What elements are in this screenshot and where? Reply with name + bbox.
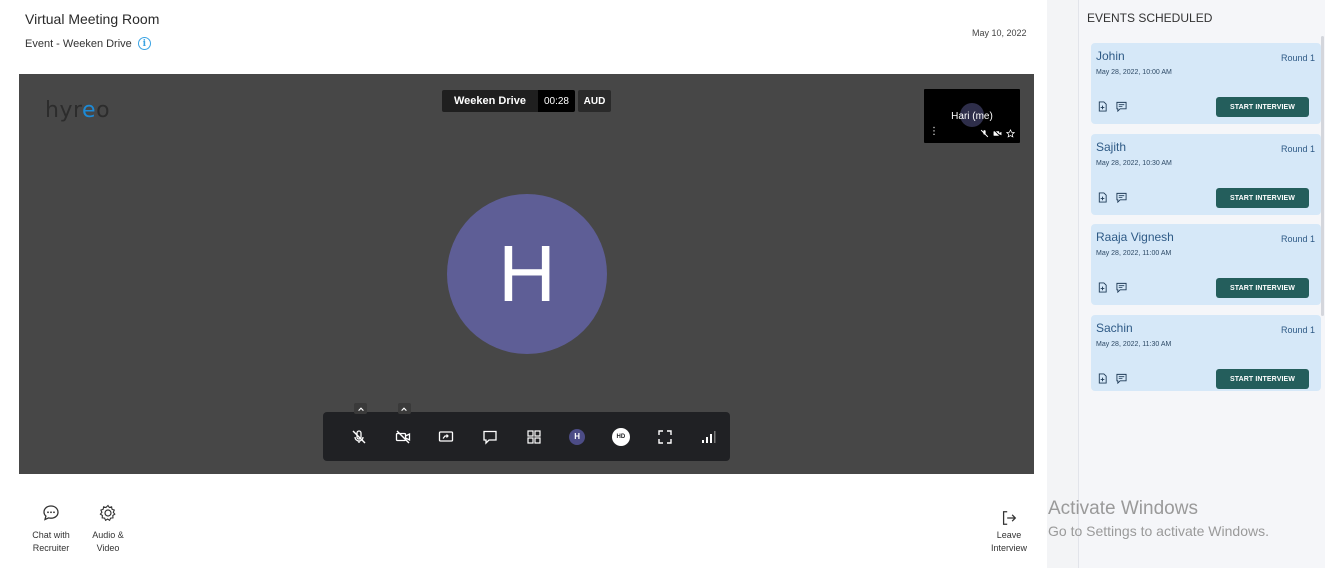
signal-icon [702,430,716,443]
feedback-icon[interactable] [1116,192,1127,203]
more-options-icon[interactable]: ⋮ [929,127,939,137]
watermark-line2: Go to Settings to activate Windows. [1048,523,1269,539]
start-interview-button[interactable]: START INTERVIEW [1216,369,1309,389]
participant-avatar-small: H [569,428,586,445]
leave-label-line2: Interview [990,543,1027,553]
chat-icon [483,430,497,445]
chat-with-recruiter-button[interactable]: Chat with Recruiter [26,503,76,555]
event-card: Sajith Round 1 May 28, 2022, 10:30 AM ST… [1091,134,1321,215]
start-interview-button[interactable]: START INTERVIEW [1216,97,1309,117]
add-document-icon[interactable] [1097,101,1108,112]
event-label: Event - Weeken Drive [25,37,132,50]
settings-gear-icon [99,504,116,522]
event-card: Sachin Round 1 May 28, 2022, 11:30 AM ST… [1091,315,1321,391]
camera-toggle-button[interactable] [381,403,425,461]
feedback-icon[interactable] [1116,101,1127,112]
chat-button[interactable] [468,412,512,461]
candidate-name: Sachin [1096,321,1133,335]
event-label-row: Event - Weeken Drive i [25,37,151,50]
sidebar-scrollbar[interactable] [1321,36,1324,316]
call-control-bar: H HD [323,403,730,461]
meeting-panel: Virtual Meeting Room Event - Weeken Driv… [0,0,1047,568]
camera-options-chevron-up-icon[interactable] [397,403,411,414]
chat-label-line1: Chat with [32,530,70,540]
self-view-label: Hari (me) [951,111,993,122]
event-card: Johin Round 1 May 28, 2022, 10:00 AM STA… [1091,43,1321,124]
candidate-name: Raaja Vignesh [1096,230,1174,244]
mic-options-chevron-up-icon[interactable] [354,403,367,414]
leave-label-line1: Leave [996,530,1022,540]
watermark-line1: Activate Windows [1048,498,1198,519]
sidebar-title: EVENTS SCHEDULED [1087,11,1213,25]
page-title: Virtual Meeting Room [25,11,160,27]
event-time: May 28, 2022, 11:30 AM [1096,341,1172,348]
event-time: May 28, 2022, 10:30 AM [1096,160,1172,167]
candidate-name: Sajith [1096,140,1127,154]
add-document-icon[interactable] [1097,282,1108,293]
logo-part: e [82,98,97,123]
feedback-icon[interactable] [1116,373,1127,384]
logo-part: hyr [45,98,83,123]
meeting-timer: 00:28 [537,90,575,112]
self-view-icons [980,129,1015,138]
star-icon [1006,129,1015,138]
hd-icon: HD [611,427,630,446]
screen-share-icon [439,430,454,442]
round-label: Round 1 [1280,234,1315,244]
mic-toggle-button[interactable] [337,403,381,461]
hd-quality-button[interactable]: HD [599,412,643,461]
meeting-info-pill: Weeken Drive 00:28 [442,90,575,112]
av-label-line1: Audio & [92,530,124,540]
camera-off-icon [395,430,410,443]
exit-icon [1002,511,1017,525]
events-sidebar: EVENTS SCHEDULED Johin Round 1 May 28, 2… [1078,0,1325,568]
av-label-line2: Video [96,543,120,553]
fullscreen-icon [657,429,672,444]
grid-icon [526,429,541,444]
event-card: Raaja Vignesh Round 1 May 28, 2022, 11:0… [1091,224,1321,305]
camera-off-icon [993,129,1002,138]
start-interview-button[interactable]: START INTERVIEW [1216,278,1309,298]
add-document-icon[interactable] [1097,192,1108,203]
candidate-name: Johin [1096,49,1125,63]
meeting-date: May 10, 2022 [972,28,1027,38]
screen-share-button[interactable] [424,412,468,461]
audio-video-settings-button[interactable]: Audio & Video [84,503,132,555]
leave-interview-button[interactable]: Leave Interview [984,509,1034,555]
chat-label-line2: Recruiter [32,543,70,553]
event-actions [1097,101,1127,112]
feedback-icon[interactable] [1116,282,1127,293]
event-actions [1097,282,1127,293]
event-actions [1097,192,1127,203]
event-actions [1097,373,1127,384]
round-label: Round 1 [1280,53,1315,63]
chat-bubble-icon [43,505,59,521]
event-time: May 28, 2022, 10:00 AM [1096,69,1172,76]
mic-off-icon [352,429,366,443]
logo-part: o [96,98,111,123]
audio-badge: AUD [578,90,611,112]
info-icon[interactable]: i [137,37,151,50]
add-document-icon[interactable] [1097,373,1108,384]
meeting-name: Weeken Drive [442,90,538,112]
video-stage: hyreo Weeken Drive 00:28 AUD Hari (me) ⋮… [19,74,1034,474]
participant-avatar: H [447,194,607,354]
event-time: May 28, 2022, 11:00 AM [1096,250,1172,257]
network-stats-button[interactable] [686,412,730,461]
hyreo-logo: hyreo [45,98,110,123]
participants-button[interactable]: H [555,412,599,461]
windows-activation-watermark: Activate Windows Go to Settings to activ… [1048,498,1269,539]
round-label: Round 1 [1280,325,1315,335]
fullscreen-button[interactable] [643,412,687,461]
mic-off-icon [980,129,989,138]
round-label: Round 1 [1280,144,1315,154]
start-interview-button[interactable]: START INTERVIEW [1216,188,1309,208]
self-view-tile[interactable]: Hari (me) ⋮ [924,89,1020,143]
layout-grid-button[interactable] [512,412,556,461]
